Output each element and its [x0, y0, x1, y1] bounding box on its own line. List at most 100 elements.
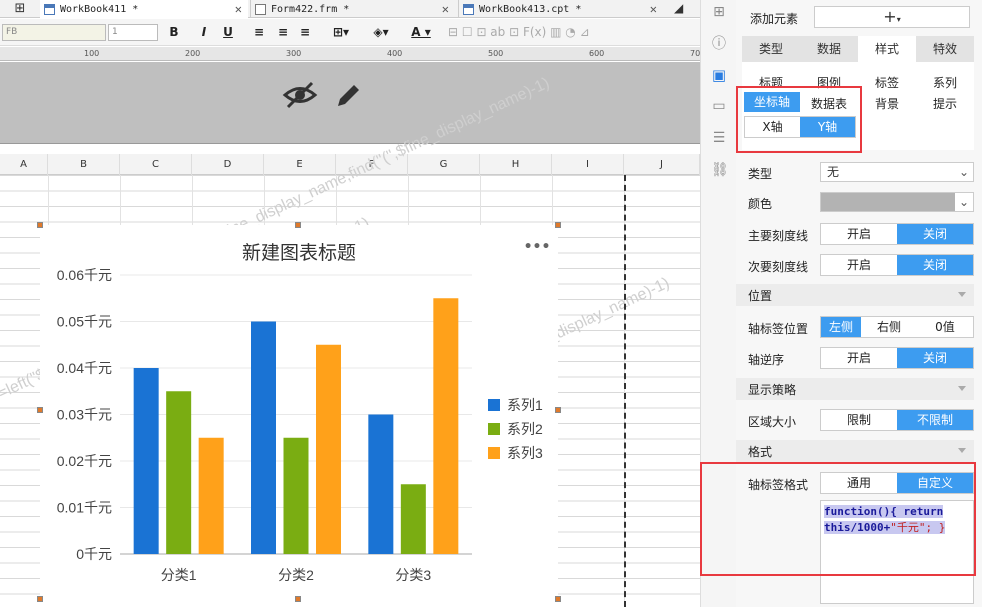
- tab-menu-icon[interactable]: ◢: [674, 1, 683, 15]
- plus-icon: +: [883, 7, 897, 26]
- column-header-j[interactable]: J: [624, 154, 700, 175]
- resize-handle[interactable]: [555, 407, 561, 413]
- chart-widget[interactable]: 新建图表标题 ••• 0千元 0.01千元 0.02千元 0.03千元 0.04千元 0.05…: [40, 225, 558, 607]
- resize-handle[interactable]: [37, 596, 43, 602]
- axis-type-select[interactable]: 无 ⌄: [820, 162, 974, 182]
- reverse-off[interactable]: 关闭: [897, 348, 973, 368]
- tab-data[interactable]: 数据: [800, 36, 858, 62]
- major-tick-off[interactable]: 关闭: [897, 224, 973, 244]
- y-tick-label: 0.06千元: [57, 267, 112, 283]
- color-picker[interactable]: ⌄: [820, 192, 974, 212]
- y-tick-label: 0.01千元: [57, 500, 112, 516]
- hide-icon[interactable]: [282, 80, 318, 110]
- section-title: 格式: [748, 445, 773, 459]
- minor-tick-off[interactable]: 关闭: [897, 255, 973, 275]
- tab-workbook413[interactable]: WorkBook413.cpt * ✕: [458, 0, 663, 18]
- align-center-icon[interactable]: ≡: [274, 24, 292, 41]
- tab-effect[interactable]: 特效: [916, 36, 974, 62]
- subtab-background[interactable]: 背景: [862, 95, 912, 112]
- italic-button[interactable]: I: [196, 24, 212, 41]
- bar: [283, 437, 309, 554]
- add-element-button[interactable]: +▾: [814, 6, 970, 28]
- ruler-tick: 300: [286, 49, 302, 58]
- font-name-select[interactable]: FB: [2, 24, 106, 41]
- axis-label-pos-label: 轴标签位置: [748, 322, 809, 336]
- column-header-c[interactable]: C: [120, 154, 192, 175]
- pos-left[interactable]: 左侧: [821, 317, 861, 337]
- resize-handle[interactable]: [37, 407, 43, 413]
- subtab-tooltip[interactable]: 提示: [920, 95, 970, 112]
- minor-tick-on[interactable]: 开启: [821, 255, 897, 275]
- resize-handle[interactable]: [295, 596, 301, 602]
- border-icon[interactable]: ⊞▾: [326, 24, 356, 41]
- y-tick-label: 0千元: [76, 546, 112, 562]
- column-header-i[interactable]: I: [552, 154, 624, 175]
- highlight-box: [736, 86, 862, 153]
- resize-handle[interactable]: [295, 222, 301, 228]
- subtab-label[interactable]: 标签: [862, 74, 912, 91]
- bold-button[interactable]: B: [166, 24, 182, 41]
- legend-swatch: [488, 447, 500, 459]
- axis-label-pos-toggle: 左侧 右侧 0值: [820, 316, 974, 338]
- cell-attr-icon[interactable]: ⊞: [711, 4, 727, 20]
- form-icon: [255, 3, 266, 15]
- column-header-e[interactable]: E: [264, 154, 336, 175]
- bar: [251, 321, 276, 554]
- align-right-icon[interactable]: ≡: [296, 24, 314, 41]
- ruler-tick: 200: [185, 49, 201, 58]
- insert-icon[interactable]: ⊟ ☐ ⊡ ab ⊡ F(x) ▥ ◔ ⊿: [448, 24, 590, 41]
- y-tick-label: 0.05千元: [57, 314, 112, 330]
- fill-color-icon[interactable]: ◈▾: [366, 24, 396, 41]
- tab-type[interactable]: 类型: [742, 36, 800, 62]
- tab-label: Form422.frm *: [271, 3, 350, 15]
- chart-attr-icon[interactable]: ▣: [711, 67, 727, 83]
- tab-workbook411[interactable]: WorkBook411 * ✕: [40, 0, 248, 18]
- pos-zero[interactable]: 0值: [917, 317, 973, 337]
- legend-label: 系列2: [507, 421, 543, 437]
- column-header-a[interactable]: A: [0, 154, 48, 175]
- tab-style[interactable]: 样式: [858, 36, 916, 62]
- position-section[interactable]: 位置: [736, 284, 974, 306]
- area-unlimited[interactable]: 不限制: [897, 410, 973, 430]
- tab-label: WorkBook413.cpt *: [479, 3, 582, 15]
- edit-icon[interactable]: [334, 80, 364, 110]
- close-icon[interactable]: ✕: [235, 2, 242, 16]
- resize-handle[interactable]: [37, 222, 43, 228]
- reverse-on[interactable]: 开启: [821, 348, 897, 368]
- display-section[interactable]: 显示策略: [736, 378, 974, 400]
- tab-form422[interactable]: Form422.frm * ✕: [250, 0, 455, 18]
- canvas-toolbar-area: [0, 62, 700, 144]
- underline-button[interactable]: U: [220, 24, 236, 41]
- chevron-down-icon: ⌄: [955, 193, 973, 211]
- chart-menu-icon: •••: [524, 239, 551, 255]
- align-left-icon[interactable]: ≡: [250, 24, 268, 41]
- link-icon[interactable]: ⛓: [711, 162, 729, 178]
- resize-handle[interactable]: [555, 222, 561, 228]
- x-tick-label: 分类3: [395, 567, 431, 583]
- main-tabs: 类型 数据 样式 特效: [742, 36, 974, 62]
- font-color-icon[interactable]: A ▾: [404, 24, 438, 41]
- font-size-select[interactable]: 1: [108, 24, 158, 41]
- column-header-b[interactable]: B: [48, 154, 120, 175]
- column-header-h[interactable]: H: [480, 154, 552, 175]
- column-header-g[interactable]: G: [408, 154, 480, 175]
- widget-icon[interactable]: ▭: [711, 98, 727, 114]
- info-icon[interactable]: ⓘ: [711, 36, 727, 52]
- new-tab-icon[interactable]: ⊞: [2, 1, 38, 17]
- major-tick-on[interactable]: 开启: [821, 224, 897, 244]
- format-section[interactable]: 格式: [736, 440, 974, 462]
- subtab-series[interactable]: 系列: [920, 74, 970, 91]
- chevron-down-icon: ⌄: [958, 165, 969, 179]
- layout-icon[interactable]: ☰: [711, 130, 727, 146]
- resize-handle[interactable]: [555, 596, 561, 602]
- column-header-d[interactable]: D: [192, 154, 264, 175]
- x-tick-label: 分类2: [278, 567, 314, 583]
- legend-swatch: [488, 399, 500, 411]
- tab-bar: ⊞ WorkBook411 * ✕ Form422.frm * ✕ WorkBo…: [0, 0, 700, 18]
- close-icon[interactable]: ✕: [442, 2, 449, 16]
- area-limit[interactable]: 限制: [821, 410, 897, 430]
- close-icon[interactable]: ✕: [650, 2, 657, 16]
- pos-right[interactable]: 右侧: [861, 317, 917, 337]
- ruler-tick: 400: [387, 49, 403, 58]
- type-label: 类型: [748, 167, 773, 181]
